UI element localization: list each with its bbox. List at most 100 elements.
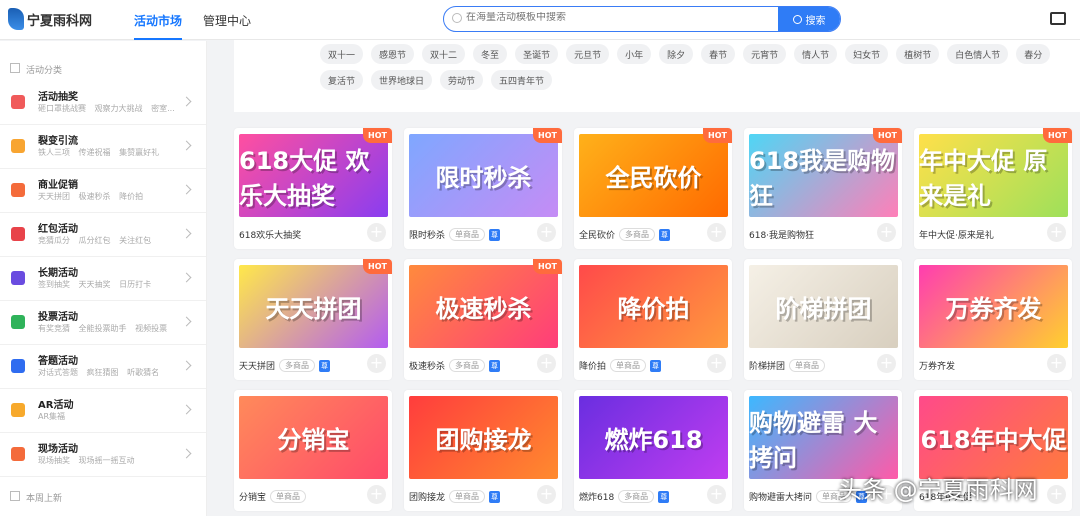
template-banner[interactable]: 年中大促 原来是礼 — [919, 134, 1068, 217]
sidebar-item[interactable]: 红包活动 竞猜瓜分 瓜分红包 关注红包 — [0, 213, 206, 257]
template-card[interactable]: 年中大促 原来是礼 HOT 年中大促·原来是礼 + — [914, 128, 1072, 249]
holiday-tag[interactable]: 世界地球日 — [371, 70, 433, 90]
template-banner[interactable]: 购物避雷 大拷问 — [749, 396, 898, 479]
search-icon — [452, 13, 462, 23]
add-icon[interactable]: + — [707, 485, 726, 504]
weekly-new[interactable]: 本周上新 — [0, 477, 206, 504]
chevron-right-icon — [181, 404, 192, 415]
template-card[interactable]: 极速秒杀 HOT 极速秒杀 多商品尊 + — [404, 259, 562, 380]
template-name: 万券齐发 — [919, 362, 956, 372]
chevron-right-icon — [181, 96, 192, 107]
premium-badge: 尊 — [319, 359, 331, 372]
template-banner[interactable]: 分销宝 — [239, 396, 388, 479]
hot-badge: HOT — [363, 128, 392, 143]
add-icon[interactable]: + — [1047, 223, 1066, 242]
template-card[interactable]: 限时秒杀 HOT 限时秒杀 单商品尊 + — [404, 128, 562, 249]
chevron-right-icon — [181, 228, 192, 239]
add-icon[interactable]: + — [537, 223, 556, 242]
add-icon[interactable]: + — [1047, 485, 1066, 504]
add-icon[interactable]: + — [367, 485, 386, 504]
sidebar-item[interactable]: 答题活动 对话式答题 疯狂猜图 听歌猜名 — [0, 345, 206, 389]
product-type-badge: 单商品 — [610, 359, 647, 372]
holiday-tag[interactable]: 小年 — [617, 44, 652, 64]
sidebar-item[interactable]: 商业促销 天天拼团 极速秒杀 降价拍 — [0, 169, 206, 213]
template-banner[interactable]: 降价拍 — [579, 265, 728, 348]
add-icon[interactable]: + — [537, 354, 556, 373]
add-icon[interactable]: + — [877, 223, 896, 242]
template-card[interactable]: 618我是购物狂 HOT 618·我是购物狂 + — [744, 128, 902, 249]
template-card[interactable]: 全民砍价 HOT 全民砍价 多商品尊 + — [574, 128, 732, 249]
template-card[interactable]: 团购接龙 团购接龙 单商品尊 + — [404, 390, 562, 511]
template-banner[interactable]: 燃炸618 — [579, 396, 728, 479]
add-icon[interactable]: + — [707, 223, 726, 242]
briefcase-icon[interactable] — [1050, 12, 1066, 25]
holiday-tag[interactable]: 感恩节 — [371, 44, 415, 64]
holiday-tag[interactable]: 春节 — [701, 44, 736, 64]
sidebar-item[interactable]: 投票活动 有奖竞猜 全能投票助手 视频投票 — [0, 301, 206, 345]
chevron-right-icon — [181, 272, 192, 283]
holiday-tag[interactable]: 圣诞节 — [515, 44, 559, 64]
holiday-tag[interactable]: 除夕 — [659, 44, 694, 64]
template-banner[interactable]: 天天拼团 — [239, 265, 388, 348]
sidebar-heading: 活动分类 — [0, 41, 206, 81]
hot-badge: HOT — [363, 259, 392, 274]
sidebar-item[interactable]: 长期活动 签到抽奖 天天抽奖 日历打卡 — [0, 257, 206, 301]
template-banner[interactable]: 万券齐发 — [919, 265, 1068, 348]
holiday-tag[interactable]: 双十二 — [422, 44, 466, 64]
add-icon[interactable]: + — [877, 354, 896, 373]
add-icon[interactable]: + — [367, 223, 386, 242]
add-icon[interactable]: + — [367, 354, 386, 373]
sidebar-item[interactable]: 裂变引流 铁人三项 传递祝福 集赞赢好礼 — [0, 125, 206, 169]
add-icon[interactable]: + — [707, 354, 726, 373]
template-card[interactable]: 万券齐发 万券齐发 + — [914, 259, 1072, 380]
holiday-tag[interactable]: 五四青年节 — [491, 70, 553, 90]
logo[interactable]: 宁夏雨科网 — [8, 8, 92, 30]
holiday-tag[interactable]: 双十一 — [320, 44, 364, 64]
template-name: 年中大促·原来是礼 — [919, 231, 994, 241]
template-banner[interactable]: 阶梯拼团 — [749, 265, 898, 348]
sidebar-item[interactable]: 活动抽奖 砸口罩挑战赛 观察力大挑战 密室... — [0, 81, 206, 125]
template-card[interactable]: 天天拼团 HOT 天天拼团 多商品尊 + — [234, 259, 392, 380]
product-type-badge: 单商品 — [789, 359, 826, 372]
template-card[interactable]: 阶梯拼团 阶梯拼团 单商品 + — [744, 259, 902, 380]
holiday-tag[interactable]: 冬至 — [473, 44, 508, 64]
template-card[interactable]: 燃炸618 燃炸618 多商品尊 + — [574, 390, 732, 511]
holiday-tag[interactable]: 妇女节 — [845, 44, 889, 64]
search-button[interactable]: 搜索 — [778, 7, 840, 31]
holiday-tag[interactable]: 劳动节 — [440, 70, 484, 90]
sidebar-item[interactable]: 现场活动 现场抽奖 现场摇一摇互动 — [0, 433, 206, 477]
hot-badge: HOT — [533, 128, 562, 143]
premium-badge: 尊 — [489, 490, 501, 503]
template-card[interactable]: 降价拍 降价拍 单商品尊 + — [574, 259, 732, 380]
template-banner[interactable]: 限时秒杀 — [409, 134, 558, 217]
template-banner[interactable]: 极速秒杀 — [409, 265, 558, 348]
template-card[interactable]: 分销宝 分销宝 单商品 + — [234, 390, 392, 511]
premium-badge: 尊 — [658, 490, 670, 503]
holiday-tag[interactable]: 春分 — [1016, 44, 1051, 64]
top-bar: 宁夏雨科网 活动市场 管理中心 搜索 — [0, 0, 1080, 40]
template-banner[interactable]: 618年中大促 — [919, 396, 1068, 479]
nav-management-center[interactable]: 管理中心 — [203, 12, 251, 29]
category-icon — [11, 359, 25, 373]
template-name: 天天拼团 — [239, 362, 276, 372]
holiday-tag[interactable]: 植树节 — [896, 44, 940, 64]
template-card[interactable]: 618大促 欢乐大抽奖 HOT 618欢乐大抽奖 + — [234, 128, 392, 249]
template-banner[interactable]: 团购接龙 — [409, 396, 558, 479]
template-name: 618·我是购物狂 — [749, 231, 815, 241]
chevron-right-icon — [181, 448, 192, 459]
holiday-tag[interactable]: 元宵节 — [743, 44, 787, 64]
add-icon[interactable]: + — [1047, 354, 1066, 373]
holiday-tag[interactable]: 白色情人节 — [947, 44, 1009, 64]
template-banner[interactable]: 618我是购物狂 — [749, 134, 898, 217]
holiday-tag[interactable]: 复活节 — [320, 70, 364, 90]
template-banner[interactable]: 全民砍价 — [579, 134, 728, 217]
nav-activity-market[interactable]: 活动市场 — [126, 12, 190, 40]
template-banner[interactable]: 618大促 欢乐大抽奖 — [239, 134, 388, 217]
holiday-tag[interactable]: 情人节 — [794, 44, 838, 64]
sidebar-item[interactable]: AR活动 AR集福 — [0, 389, 206, 433]
add-icon[interactable]: + — [537, 485, 556, 504]
category-icon — [11, 139, 25, 153]
holiday-tag[interactable]: 元旦节 — [566, 44, 610, 64]
premium-badge: 尊 — [489, 228, 501, 241]
search-input[interactable] — [466, 12, 766, 23]
